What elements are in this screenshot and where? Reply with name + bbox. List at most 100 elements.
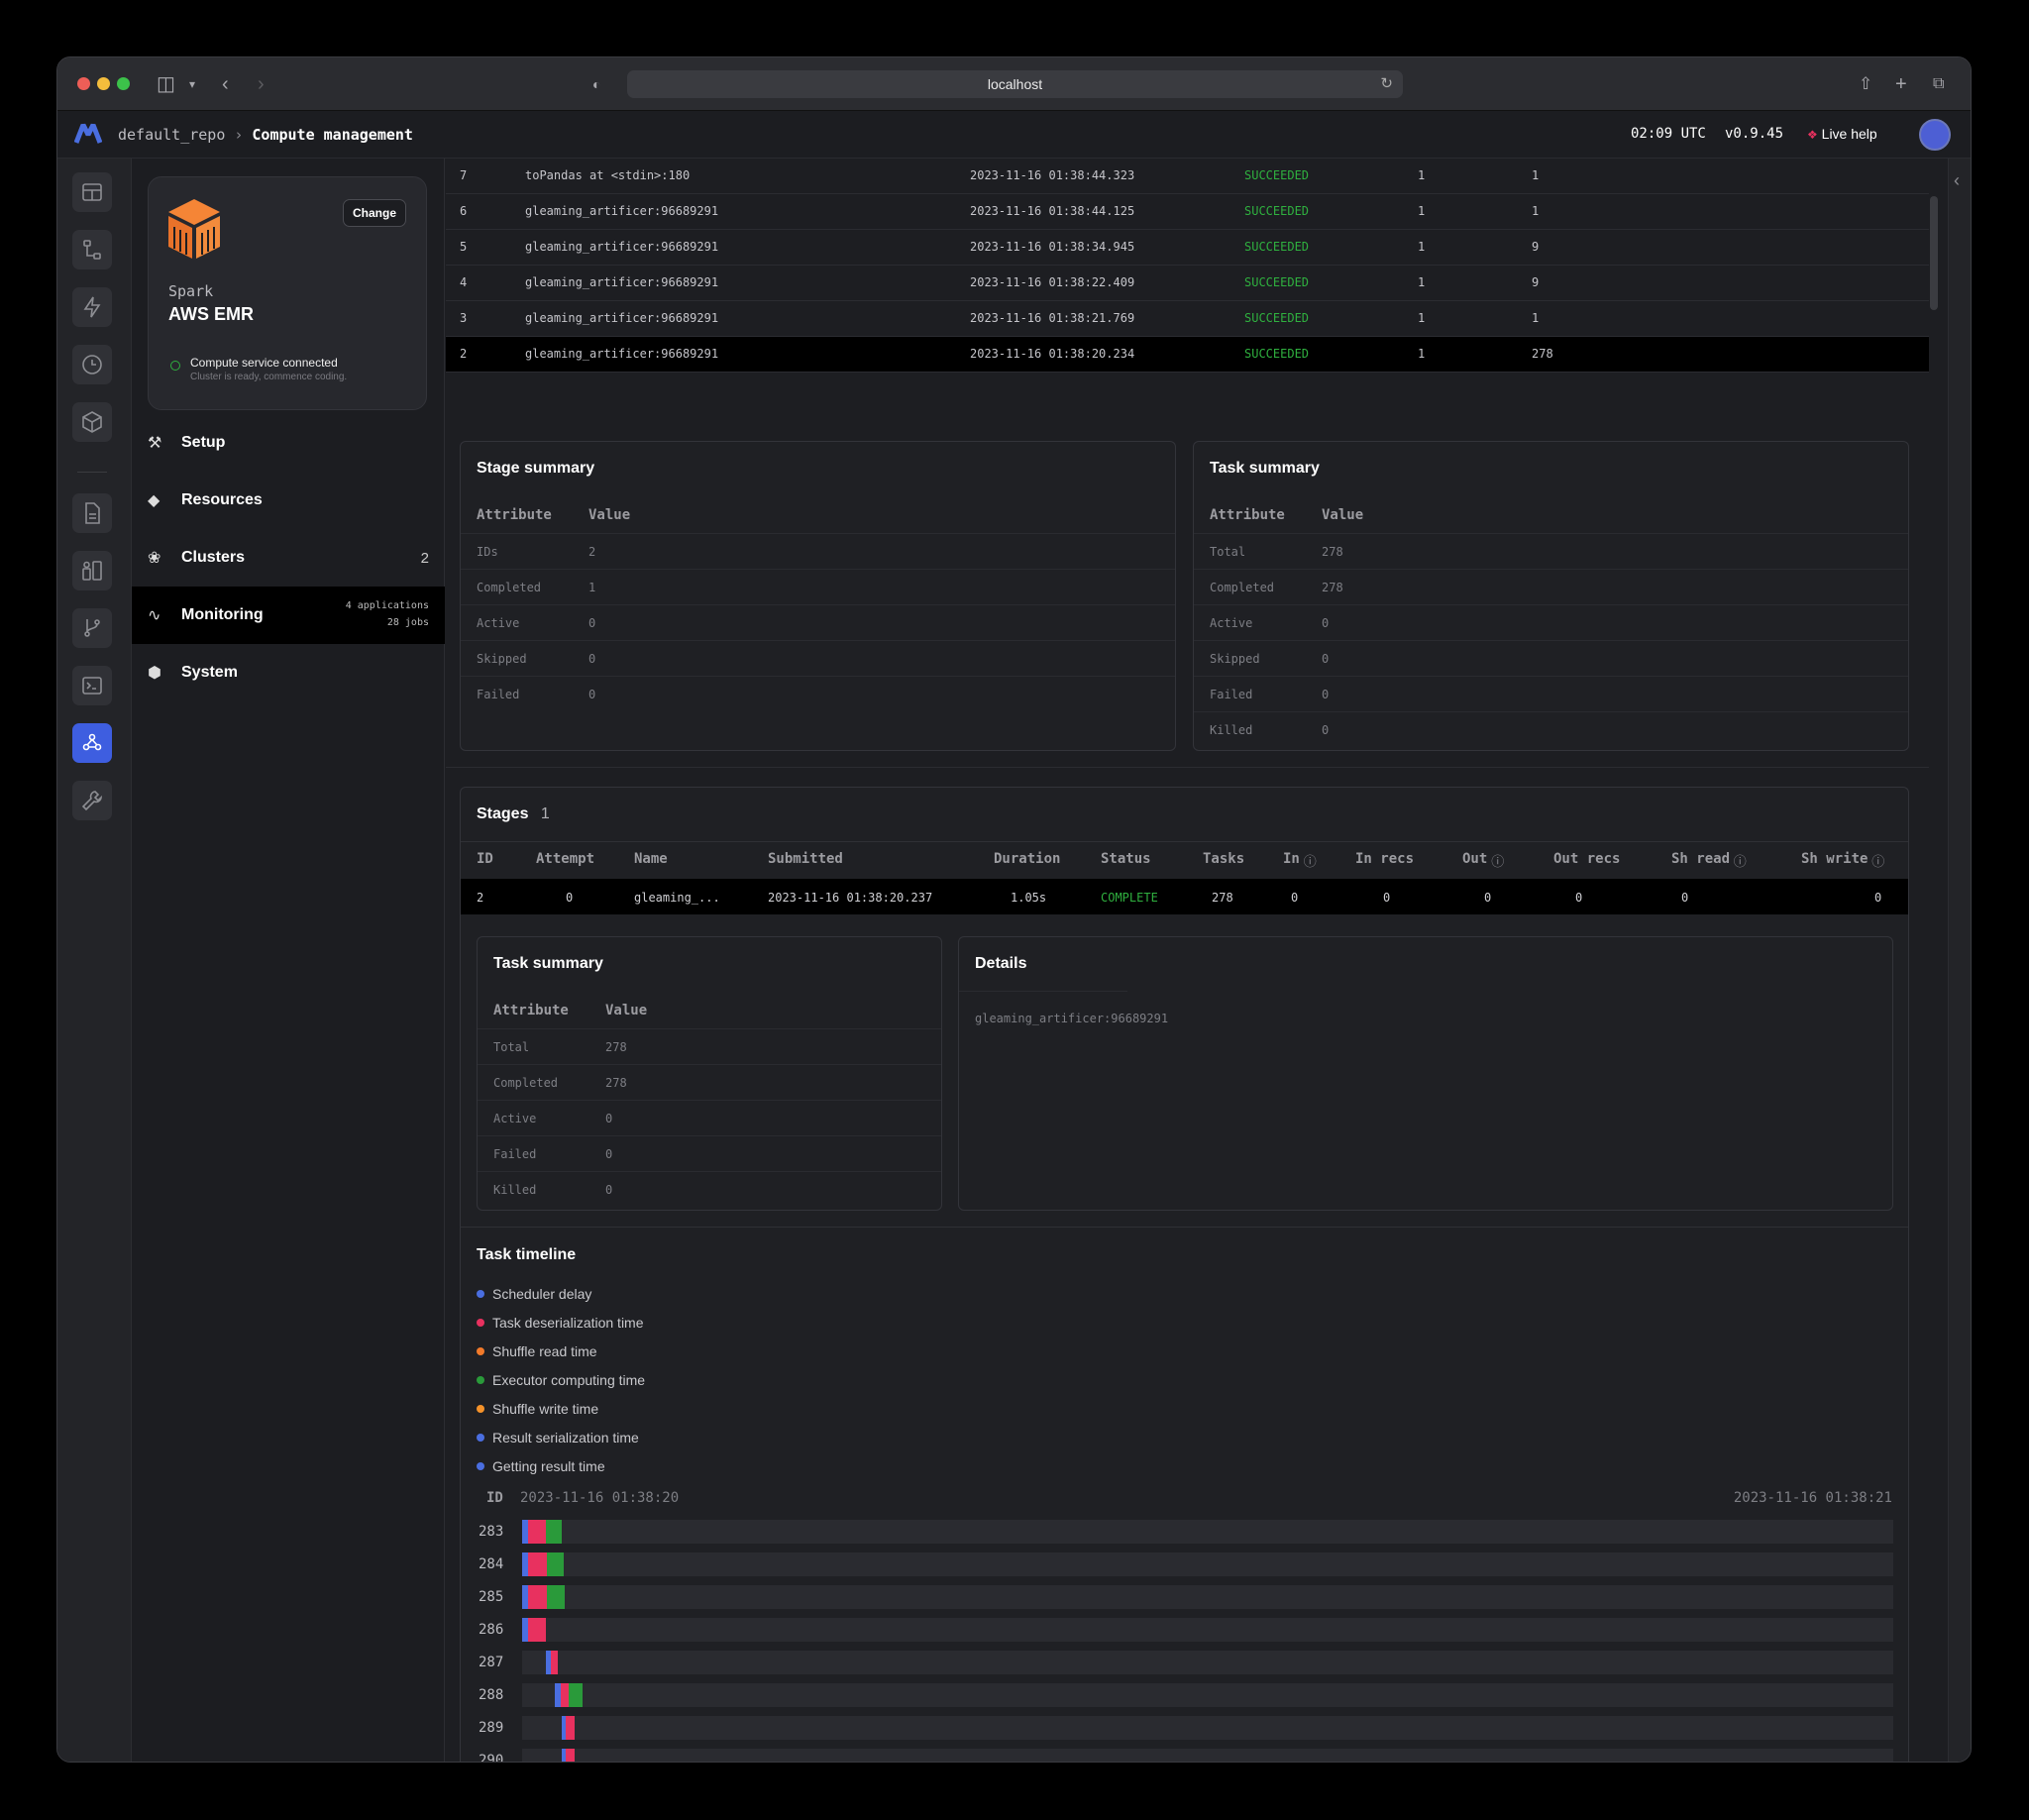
back-icon[interactable]: ‹ (222, 70, 229, 98)
kv-row: Active 0 (1194, 604, 1908, 640)
legend-item: Executor computing time (477, 1372, 645, 1388)
nav-clusters[interactable]: ❀ Clusters 2 (132, 529, 445, 587)
info-icon[interactable]: ⓘ (1871, 851, 1884, 870)
timeline-segment[interactable] (527, 1552, 547, 1576)
stage-col-header: Duration (994, 851, 1061, 867)
reload-icon[interactable]: ↻ (1380, 70, 1393, 98)
job-name: gleaming_artificer:96689291 (525, 204, 719, 218)
col-value: Value (588, 507, 631, 523)
stage-col-header: Attempt (536, 851, 595, 867)
stage-cell: 0 (1484, 891, 1492, 905)
wrench-icon: ⚒ (148, 435, 162, 452)
job-row[interactable]: 6 gleaming_artificer:96689291 2023-11-16 0… (446, 194, 1929, 230)
minimize-window-button[interactable] (97, 77, 110, 90)
rail-triggers-button[interactable] (72, 287, 112, 327)
nav-resources-label: Resources (181, 491, 263, 508)
timeline-divider (461, 1227, 1908, 1228)
right-panel-toggle[interactable]: ‹ (1948, 159, 1971, 1762)
timeline-segment[interactable] (545, 1520, 563, 1544)
avatar[interactable] (1919, 119, 1951, 151)
job-name: gleaming_artificer:96689291 (525, 275, 719, 289)
job-name: gleaming_artificer:96689291 (525, 311, 719, 325)
job-row[interactable]: 5 gleaming_artificer:96689291 2023-11-16 0… (446, 230, 1929, 266)
rail-pipelines-button[interactable] (72, 230, 112, 269)
compute-type: Spark (168, 282, 214, 300)
job-row[interactable]: 4 gleaming_artificer:96689291 2023-11-16 0… (446, 266, 1929, 301)
timeline-segment[interactable] (560, 1683, 570, 1707)
timeline-task-id: 287 (479, 1655, 504, 1670)
timeline-row: 286 (479, 1618, 1895, 1642)
close-window-button[interactable] (77, 77, 90, 90)
compute-icon (82, 733, 102, 751)
job-row[interactable]: 2 gleaming_artificer:96689291 2023-11-16 0… (446, 337, 1929, 373)
kv-row: Skipped 0 (1194, 640, 1908, 676)
rail-terminal-button[interactable] (72, 666, 112, 705)
monitoring-content: 7 toPandas at <stdin>:180 2023-11-16 01:38… (446, 159, 1950, 1762)
new-tab-icon[interactable]: + (1895, 70, 1907, 98)
layout-icon (82, 183, 102, 201)
timeline-segment[interactable] (569, 1683, 583, 1707)
connected-status-icon (170, 361, 180, 371)
timeline-segment[interactable] (527, 1520, 546, 1544)
timeline-segment[interactable] (566, 1749, 575, 1762)
rail-compute-button[interactable] (72, 723, 112, 763)
job-row[interactable]: 3 gleaming_artificer:96689291 2023-11-16 0… (446, 301, 1929, 337)
tab-overview-icon[interactable]: ⧉ (1933, 70, 1944, 98)
scrollbar[interactable] (1930, 196, 1938, 310)
chevron-down-icon[interactable]: ▾ (189, 70, 195, 98)
kv-attr: Completed (493, 1076, 559, 1090)
info-icon[interactable]: ⓘ (1304, 851, 1317, 870)
url-bar[interactable]: localhost ↻ (627, 70, 1403, 98)
rail-overview-button[interactable] (72, 172, 112, 212)
change-compute-button[interactable]: Change (342, 199, 406, 227)
kv-value: 0 (1322, 616, 1330, 630)
browser-window: ◫ ▾ ‹ › ◐ localhost ↻ ⇧ + ⧉ default_repo… (56, 56, 1972, 1763)
nav-system[interactable]: ⬢ System (132, 644, 445, 701)
stage-col-header: In recs (1355, 851, 1415, 867)
info-icon[interactable]: ⓘ (1734, 851, 1747, 870)
legend-label: Task deserialization time (492, 1315, 644, 1331)
kv-attr: Skipped (477, 652, 527, 666)
mage-logo-icon[interactable] (74, 123, 102, 145)
rail-runs-button[interactable] (72, 345, 112, 384)
rail-templates-button[interactable] (72, 551, 112, 590)
kv-attr: Skipped (1210, 652, 1260, 666)
chevron-left-icon[interactable]: ‹ (1954, 170, 1960, 191)
live-help-button[interactable]: ❖ Live help (1807, 126, 1877, 142)
timeline-segment[interactable] (546, 1585, 565, 1609)
job-row[interactable]: 7 toPandas at <stdin>:180 2023-11-16 01:38… (446, 159, 1929, 194)
job-name: gleaming_artificer:96689291 (525, 347, 719, 361)
version-label: v0.9.45 (1725, 126, 1784, 142)
job-submitted: 2023-11-16 01:38:34.945 (970, 240, 1135, 254)
rail-version-control-button[interactable] (72, 608, 112, 648)
zoom-window-button[interactable] (117, 77, 130, 90)
sidebar-toggle-icon[interactable]: ◫ (157, 70, 175, 98)
kv-row: Completed 1 (461, 569, 1175, 604)
col-value: Value (605, 1003, 648, 1018)
rail-settings-button[interactable] (72, 781, 112, 820)
info-icon[interactable]: ⓘ (1491, 851, 1504, 870)
forward-icon[interactable]: › (258, 70, 265, 98)
timeline-segment[interactable] (527, 1585, 547, 1609)
job-id: 5 (460, 240, 468, 254)
nav-setup[interactable]: ⚒ Setup (132, 414, 445, 472)
rail-files-button[interactable] (72, 493, 112, 533)
kv-value: 0 (1322, 723, 1330, 737)
kv-attr: Active (1210, 616, 1253, 630)
timeline-segment[interactable] (551, 1651, 558, 1674)
slack-icon: ❖ (1807, 128, 1818, 142)
aws-emr-logo-icon (168, 199, 220, 259)
rail-blocks-button[interactable] (72, 402, 112, 442)
timeline-segment[interactable] (566, 1716, 575, 1740)
task-timeline-title: Task timeline (477, 1246, 577, 1263)
job-submitted: 2023-11-16 01:38:22.409 (970, 275, 1135, 289)
nav-resources[interactable]: ◆ Resources (132, 472, 445, 529)
share-icon[interactable]: ⇧ (1859, 70, 1872, 98)
stage-col-header: Name (634, 851, 668, 867)
wrench-icon (81, 791, 103, 811)
timeline-segment[interactable] (546, 1552, 564, 1576)
timeline-segment[interactable] (527, 1618, 546, 1642)
timeline-task-id: 288 (479, 1687, 504, 1703)
nav-monitoring[interactable]: ∿ Monitoring 4 applications 28 jobs (132, 587, 445, 644)
breadcrumb-repo[interactable]: default_repo (118, 126, 225, 144)
